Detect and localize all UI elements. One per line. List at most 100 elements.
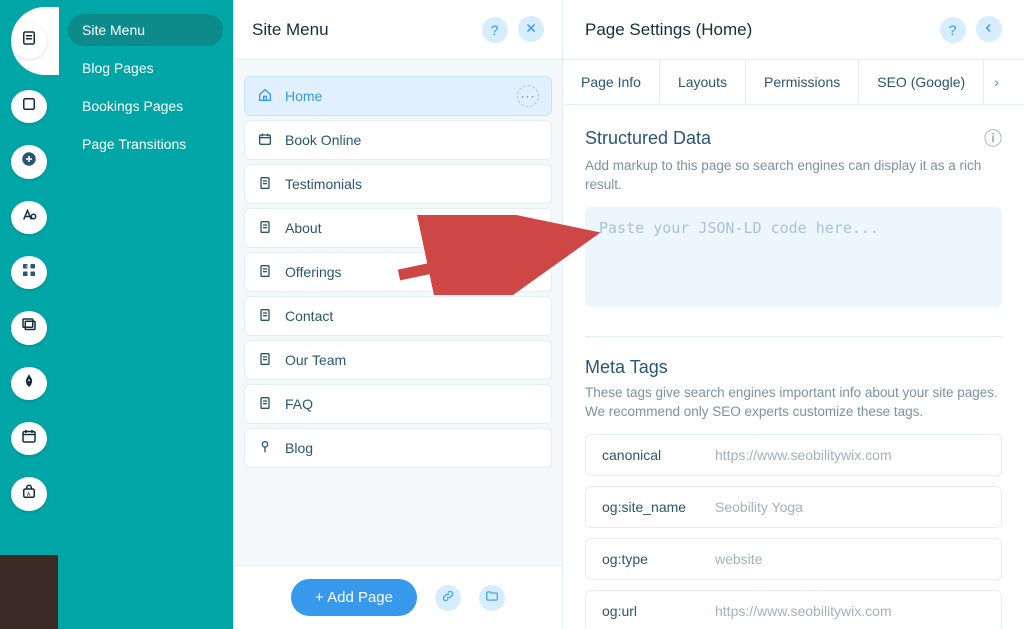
add-page-button[interactable]: + Add Page <box>291 579 417 616</box>
page-row[interactable]: Contact <box>244 296 552 336</box>
calendar-icon <box>20 427 38 450</box>
page-row[interactable]: Book Online <box>244 120 552 160</box>
home-icon <box>257 87 273 106</box>
svg-text:+: + <box>25 264 28 269</box>
settings-back-button[interactable] <box>976 16 1002 42</box>
page-settings-header: Page Settings (Home) ? <box>563 0 1024 60</box>
settings-body: Structured Data ⓘ Add markup to this pag… <box>563 105 1024 629</box>
page-settings-title: Page Settings (Home) <box>585 20 752 40</box>
site-menu-header: Site Menu ? <box>234 0 562 60</box>
meta-tags-description: These tags give search engines important… <box>585 384 1002 422</box>
settings-tabs: Page Info Layouts Permissions SEO (Googl… <box>563 60 1024 105</box>
tab-seo[interactable]: SEO (Google) <box>859 60 984 104</box>
settings-help-button[interactable]: ? <box>940 17 966 43</box>
tab-layouts[interactable]: Layouts <box>660 60 746 104</box>
page-icon <box>257 307 273 326</box>
tool-theme[interactable] <box>11 201 47 234</box>
page-icon <box>257 351 273 370</box>
sidebar-item-bookings-pages[interactable]: Bookings Pages <box>68 90 223 122</box>
chevron-left-icon <box>982 21 996 38</box>
tool-add[interactable] <box>11 145 47 178</box>
tool-blog[interactable] <box>11 367 47 400</box>
help-button[interactable]: ? <box>482 17 508 43</box>
meta-tag-row[interactable]: og:type website <box>585 538 1002 580</box>
page-row-label: Blog <box>285 440 313 456</box>
meta-tag-key: og:site_name <box>602 499 697 515</box>
tool-apps[interactable]: + <box>11 256 47 289</box>
structured-data-description: Add markup to this page so search engine… <box>585 157 1002 195</box>
page-row[interactable]: Offerings <box>244 252 552 292</box>
apps-icon: + <box>20 261 38 284</box>
meta-tag-row[interactable]: og:site_name Seobility Yoga <box>585 486 1002 528</box>
page-row-more-button[interactable]: ··· <box>517 85 539 107</box>
meta-tag-key: og:url <box>602 603 697 619</box>
meta-tags-heading: Meta Tags <box>585 357 1002 378</box>
typography-icon <box>20 206 38 229</box>
tool-background[interactable] <box>11 90 47 123</box>
meta-tag-value: Seobility Yoga <box>715 499 803 515</box>
page-row-label: Our Team <box>285 352 346 368</box>
tab-permissions[interactable]: Permissions <box>746 60 859 104</box>
tool-pages[interactable] <box>11 23 47 59</box>
tabs-scroll-right[interactable]: › <box>984 60 1009 104</box>
pen-icon <box>20 372 38 395</box>
store-icon: A <box>20 483 38 506</box>
square-icon <box>20 95 38 118</box>
page-row[interactable]: Blog <box>244 428 552 468</box>
structured-data-heading: Structured Data ⓘ <box>585 125 1002 151</box>
pages-icon <box>20 29 38 52</box>
site-menu-title: Site Menu <box>252 20 329 40</box>
close-button[interactable] <box>518 16 544 42</box>
page-icon <box>257 219 273 238</box>
pages-category-sidebar: Site Menu Blog Pages Bookings Pages Page… <box>58 0 233 629</box>
page-row[interactable]: Our Team <box>244 340 552 380</box>
page-icon <box>257 263 273 282</box>
page-row-label: Book Online <box>285 132 361 148</box>
sidebar-item-blog-pages[interactable]: Blog Pages <box>68 52 223 84</box>
page-row-label: FAQ <box>285 396 313 412</box>
site-menu-panel: Site Menu ? Home ··· Book Online Testimonia… <box>233 0 563 629</box>
page-row[interactable]: About <box>244 208 552 248</box>
section-divider <box>585 336 1002 337</box>
meta-tag-row[interactable]: canonical https://www.seobilitywix.com <box>585 434 1002 476</box>
page-row-label: Contact <box>285 308 333 324</box>
meta-tag-key: canonical <box>602 447 697 463</box>
page-row[interactable]: Testimonials <box>244 164 552 204</box>
meta-tag-key: og:type <box>602 551 697 567</box>
sidebar-item-page-transitions[interactable]: Page Transitions <box>68 128 223 160</box>
page-icon <box>257 175 273 194</box>
page-row-label: Offerings <box>285 264 342 280</box>
tool-media[interactable] <box>11 311 47 344</box>
tool-bookings[interactable] <box>11 422 47 455</box>
page-settings-panel: Page Settings (Home) ? Page Info Layouts… <box>563 0 1024 629</box>
info-icon[interactable]: ⓘ <box>984 125 1002 151</box>
link-button[interactable] <box>435 585 461 611</box>
sidebar-item-site-menu[interactable]: Site Menu <box>68 14 223 46</box>
site-menu-footer: + Add Page <box>234 565 562 629</box>
blog-icon <box>257 439 273 458</box>
page-row-label: Testimonials <box>285 176 362 192</box>
jsonld-input[interactable] <box>585 207 1002 307</box>
folder-icon <box>485 589 499 606</box>
tool-strip: + A <box>0 0 58 629</box>
meta-tag-value: website <box>715 551 762 567</box>
meta-tag-value: https://www.seobilitywix.com <box>715 603 892 619</box>
close-icon <box>524 21 538 38</box>
canvas-peek <box>0 555 58 629</box>
page-icon <box>257 395 273 414</box>
calendar-icon <box>257 131 273 150</box>
media-icon <box>20 316 38 339</box>
folder-button[interactable] <box>479 585 505 611</box>
meta-tag-row[interactable]: og:url https://www.seobilitywix.com <box>585 590 1002 629</box>
page-row[interactable]: Home ··· <box>244 76 552 116</box>
tool-store[interactable]: A <box>11 477 47 510</box>
svg-text:A: A <box>27 491 31 497</box>
chevron-right-icon: › <box>994 74 999 90</box>
page-row-label: About <box>285 220 322 236</box>
plus-icon <box>20 150 38 173</box>
page-list: Home ··· Book Online Testimonials About Offer… <box>234 60 562 629</box>
page-row-label: Home <box>285 88 322 104</box>
tab-page-info[interactable]: Page Info <box>563 60 660 104</box>
page-row[interactable]: FAQ <box>244 384 552 424</box>
meta-tag-value: https://www.seobilitywix.com <box>715 447 892 463</box>
